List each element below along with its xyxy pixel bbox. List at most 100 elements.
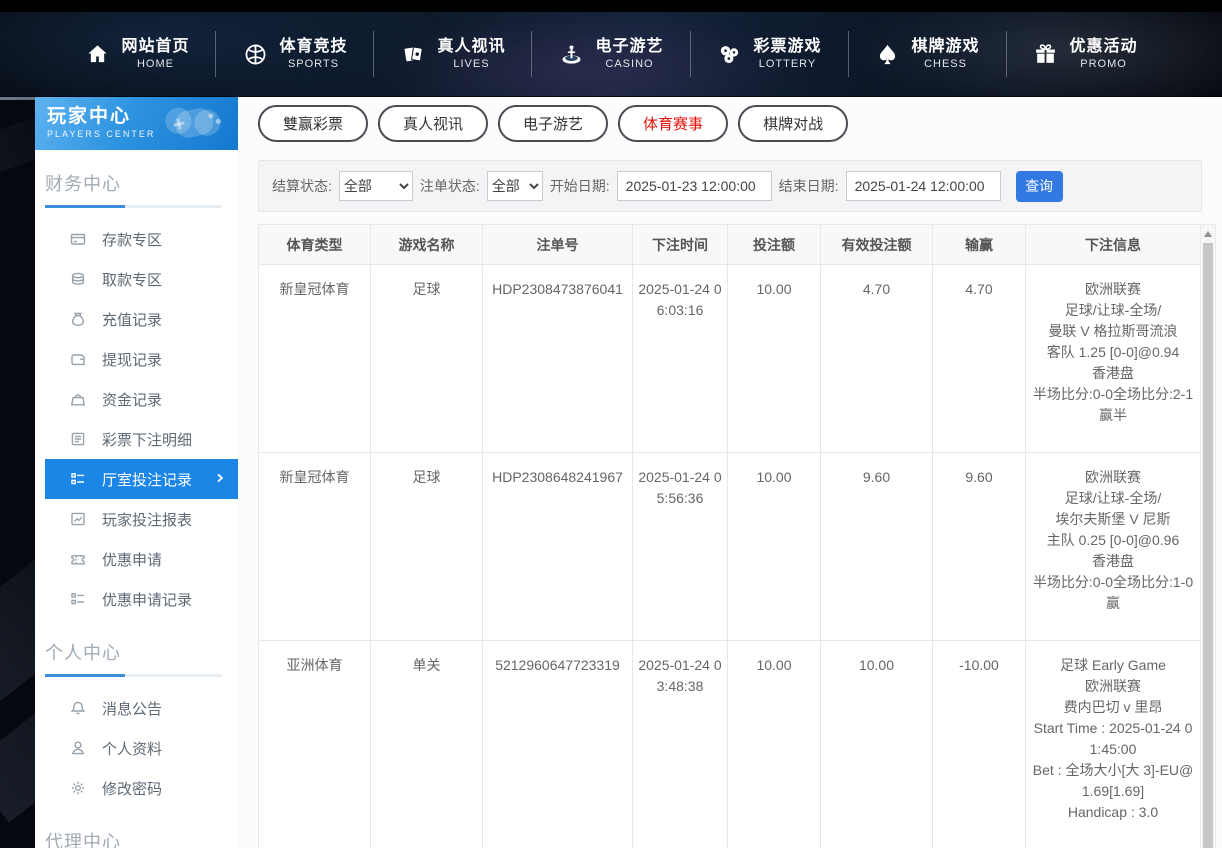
tab-1[interactable]: 雙赢彩票 [258,105,368,142]
nav-item-promo[interactable]: 优惠活动PROMO [1007,37,1164,72]
nav-label-en: SPORTS [279,57,347,72]
order-status-select[interactable]: 全部 [487,171,543,201]
bet-info-line: Start Time : 2025-01-24 01:45:00 [1030,718,1196,760]
cell-order-no: HDP2308648241967 [483,453,633,641]
sidebar-item-report-chart[interactable]: 玩家投注报表 [45,499,238,539]
tab-3[interactable]: 电子游艺 [498,105,608,142]
cell-bet-info: 欧洲联赛足球/让球-全场/曼联 V 格拉斯哥流浪客队 1.25 [0-0]@0.… [1026,265,1201,453]
column-header: 输赢 [933,225,1026,265]
sidebar-item-money-bag[interactable]: 充值记录 [45,299,238,339]
sidebar-item-grid-list[interactable]: 厅室投注记录 [45,459,238,499]
sidebar-item-label: 修改密码 [102,778,162,799]
sidebar-item-list-doc[interactable]: 彩票下注明细 [45,419,238,459]
wallet-icon [70,351,86,367]
table-row: 亚洲体育单关52129606477233192025-01-24 03:48:3… [259,641,1201,848]
scrollbar-thumb[interactable] [1203,243,1213,848]
cell-sport: 新皇冠体育 [259,453,371,641]
bet-info-line: 香港盘 [1030,551,1196,572]
gamepad-icon [143,97,238,150]
user-icon [70,740,86,756]
bet-info-line: 欧洲联赛 [1030,676,1196,697]
nav-item-sports[interactable]: 体育竞技SPORTS [216,37,373,72]
bet-records-table: 体育类型游戏名称注单号下注时间投注额有效投注额输赢下注信息 新皇冠体育足球HDP… [258,224,1201,848]
cell-valid: 10.00 [821,641,933,848]
nav-item-lives[interactable]: 真人视讯LIVES [374,37,531,72]
bet-info-line: Result : Lose [1030,844,1196,848]
nav-item-labels: 真人视讯LIVES [437,37,505,72]
nav-item-labels: 网站首页HOME [121,37,189,72]
table-row: 新皇冠体育足球HDP23086482419672025-01-24 05:56:… [259,453,1201,641]
sidebar-item-wallet[interactable]: 提现记录 [45,339,238,379]
bet-info-line: Handicap : 3.0 [1030,802,1196,823]
end-date-input[interactable] [846,171,1001,201]
bell-icon [70,700,86,716]
cell-bet-info: 足球 Early Game欧洲联赛费内巴切 v 里昂Start Time : 2… [1026,641,1201,848]
bet-info-line: 香港盘 [1030,363,1196,384]
nav-label-zh: 优惠活动 [1070,37,1138,57]
scrollbar-up-arrow[interactable] [1201,225,1215,242]
cell-valid: 9.60 [821,453,933,641]
sidebar-item-label: 厅室投注记录 [102,469,192,490]
category-tabs: 雙赢彩票真人视讯电子游艺体育赛事棋牌对战 [258,105,1222,142]
sidebar-item-ticket[interactable]: 优惠申请 [45,539,238,579]
search-button[interactable]: 查询 [1016,171,1063,202]
gear-icon [70,780,86,796]
nav-item-chess[interactable]: 棋牌游戏CHESS [849,37,1006,72]
sidebar-item-label: 资金记录 [102,389,162,410]
bet-info-line: 客队 1.25 [0-0]@0.94 [1030,342,1196,363]
sidebar-item-withdraw-coins[interactable]: 取款专区 [45,259,238,299]
main-content: 雙赢彩票真人视讯电子游艺体育赛事棋牌对战 结算状态: 全部 注单状态: 全部 开… [238,97,1222,848]
section-divider [45,205,222,208]
cell-game: 足球 [371,265,483,453]
chevron-right-icon [214,471,226,488]
cell-game: 单关 [371,641,483,848]
tab-4[interactable]: 体育赛事 [618,105,728,142]
sidebar-item-list-check[interactable]: 优惠申请记录 [45,579,238,619]
column-header: 游戏名称 [371,225,483,265]
sidebar-item-bank-card[interactable]: 存款专区 [45,219,238,259]
filter-bar: 结算状态: 全部 注单状态: 全部 开始日期: 结束日期: 查询 [258,160,1202,212]
sidebar-section-title: 个人中心 [45,639,222,665]
column-header: 投注额 [728,225,821,265]
order-status-label: 注单状态: [420,176,480,196]
bet-info-line: 足球 Early Game [1030,655,1196,676]
sidebar-item-purse[interactable]: 资金记录 [45,379,238,419]
tab-5[interactable]: 棋牌对战 [738,105,848,142]
bet-info-line: 足球/让球-全场/ [1030,488,1196,509]
sidebar-item-gear[interactable]: 修改密码 [45,768,238,808]
nav-item-home[interactable]: 网站首页HOME [58,37,215,72]
cell-time: 2025-01-24 06:03:16 [633,265,728,453]
bet-info-line: 足球/让球-全场/ [1030,300,1196,321]
money-bag-icon [70,311,86,327]
sidebar-section-title: 代理中心 [45,828,222,848]
cell-order-no: HDP2308473876041 [483,265,633,453]
cell-sport: 亚洲体育 [259,641,371,848]
bet-info-line: 费内巴切 v 里昂 [1030,697,1196,718]
section-divider [45,674,222,677]
table-scrollbar[interactable] [1200,224,1216,848]
nav-item-labels: 彩票游戏LOTTERY [754,37,822,72]
nav-item-labels: 棋牌游戏CHESS [912,37,980,72]
nav-label-en: CHESS [912,57,980,72]
nav-item-casino[interactable]: 电子游艺CASINO [532,37,689,72]
start-date-input[interactable] [617,171,772,201]
sidebar-item-label: 个人资料 [102,738,162,759]
spade-icon [875,41,901,67]
tab-2[interactable]: 真人视讯 [378,105,488,142]
nav-label-en: PROMO [1070,57,1138,72]
settle-status-select[interactable]: 全部 [339,171,413,201]
sidebar-item-label: 优惠申请 [102,549,162,570]
cell-sport: 新皇冠体育 [259,265,371,453]
nav-label-zh: 彩票游戏 [754,37,822,57]
sidebar-item-user[interactable]: 个人资料 [45,728,238,768]
sidebar-item-bell[interactable]: 消息公告 [45,688,238,728]
cell-game: 足球 [371,453,483,641]
nav-item-lottery[interactable]: 彩票游戏LOTTERY [691,37,848,72]
bet-info-line: 赢半 [1030,405,1196,426]
purse-icon [70,391,86,407]
bet-info-line [1030,823,1196,844]
sidebar-item-label: 消息公告 [102,698,162,719]
bet-info-line: 欧洲联赛 [1030,279,1196,300]
cell-amount: 10.00 [728,453,821,641]
grid-list-icon [70,471,86,487]
